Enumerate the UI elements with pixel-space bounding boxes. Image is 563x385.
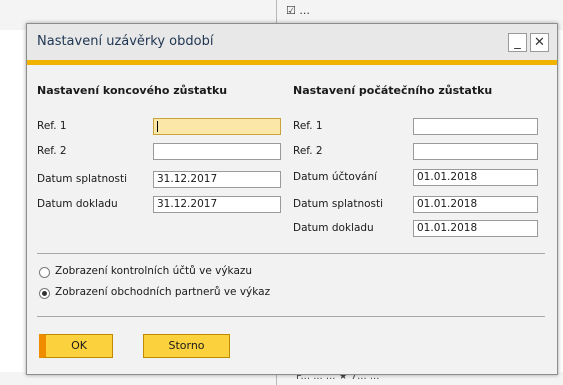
period-closing-dialog: Nastavení uzávěrky období _ ✕ Nastavení … [26,23,558,375]
opening-doc-date-label: Datum dokladu [293,222,374,234]
opening-posting-date-input[interactable]: 01.01.2018 [413,169,538,186]
opening-balance-heading: Nastavení počátečního zůstatku [293,84,493,97]
opening-doc-date-input[interactable]: 01.01.2018 [413,220,538,237]
radio-control-accounts[interactable] [39,267,50,278]
opening-ref1-input[interactable] [413,118,538,135]
opening-ref2-label: Ref. 2 [293,145,323,157]
closing-due-date-input[interactable]: 31.12.2017 [153,171,281,188]
radio-business-partners[interactable] [39,288,50,299]
section-divider [37,253,545,254]
closing-ref1-label: Ref. 1 [37,120,67,132]
close-icon: ✕ [534,35,545,50]
footer-divider [37,316,545,317]
opening-ref2-input[interactable] [413,143,538,160]
closing-ref1-input[interactable] [153,118,281,135]
closing-doc-date-label: Datum dokladu [37,198,118,210]
background-top-text: ☑ ... [286,4,310,17]
closing-ref2-input[interactable] [153,143,281,160]
title-accent-bar [27,60,557,65]
minimize-button[interactable]: _ [508,33,527,52]
radio-control-accounts-label[interactable]: Zobrazení kontrolních účtů ve výkazu [55,265,252,277]
opening-due-date-input[interactable]: 01.01.2018 [413,196,538,213]
cancel-button[interactable]: Storno [143,334,230,358]
radio-selected-dot [42,291,47,296]
closing-due-date-label: Datum splatnosti [37,173,128,185]
opening-due-date-label: Datum splatnosti [293,198,384,210]
closing-doc-date-input[interactable]: 31.12.2017 [153,196,281,213]
dialog-titlebar[interactable]: Nastavení uzávěrky období _ ✕ [27,24,557,60]
dialog-title: Nastavení uzávěrky období [37,34,214,49]
closing-balance-heading: Nastavení koncového zůstatku [37,84,228,97]
closing-ref2-label: Ref. 2 [37,145,67,157]
opening-ref1-label: Ref. 1 [293,120,323,132]
opening-posting-date-label: Datum účtování [293,171,378,183]
ok-button[interactable]: OK [39,334,113,358]
close-button[interactable]: ✕ [530,33,549,52]
text-caret [157,121,158,132]
radio-business-partners-label[interactable]: Zobrazení obchodních partnerů ve výkaz [55,286,270,298]
